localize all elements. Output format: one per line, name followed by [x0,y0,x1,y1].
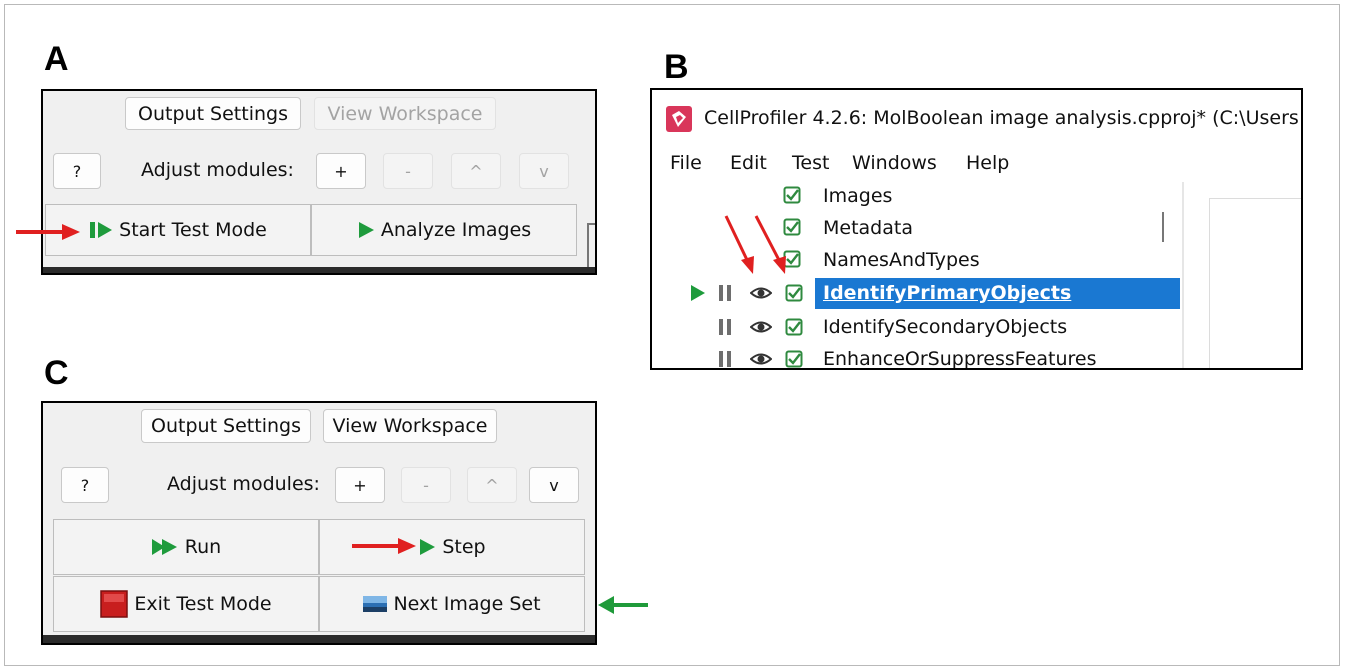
analyze-images-label: Analyze Images [380,219,532,241]
pause-icon [727,285,731,301]
panel-b: CellProfiler 4.2.6: MolBoolean image ana… [650,88,1303,370]
module-name: Images [823,185,893,207]
cellprofiler-app-icon [666,106,692,132]
list-item[interactable]: Images [652,182,1182,212]
run-play-icon [151,537,179,557]
check-icon[interactable] [785,318,803,336]
panel-a: Output Settings View Workspace ? Adjust … [41,89,597,275]
menu-help[interactable]: Help [966,152,1009,174]
move-down-button[interactable]: v [519,153,569,189]
window-title: CellProfiler 4.2.6: MolBoolean image ana… [704,107,1299,129]
module-name: EnhanceOrSuppressFeatures [823,348,1097,370]
module-list: Images Metadata NamesAndTypes IdentifyPr… [652,182,1301,368]
red-arrow-icon [724,215,786,274]
panel-a-label: A [44,40,69,78]
check-icon[interactable] [783,186,801,204]
pause-icon [727,319,731,335]
analyze-images-button[interactable]: Analyze Images [311,204,577,256]
run-button[interactable]: Run [53,519,319,575]
eye-icon[interactable] [750,350,772,368]
window-edge [587,223,595,269]
list-item[interactable]: IdentifySecondaryObjects [652,312,1182,342]
pause-icon [727,351,731,367]
output-settings-button[interactable]: Output Settings [141,409,311,443]
move-up-button[interactable]: ^ [451,153,501,189]
panel-a-bottom-strip [43,267,595,273]
panel-c: Output Settings View Workspace ? Adjust … [41,401,597,645]
next-image-set-button[interactable]: Next Image Set [319,576,585,632]
remove-module-button[interactable]: - [383,153,433,189]
module-name: Metadata [823,217,913,239]
start-test-mode-label: Start Test Mode [119,219,267,241]
exit-test-mode-button[interactable]: Exit Test Mode [53,576,319,632]
figure-pane [1209,198,1301,368]
module-name: IdentifyPrimaryObjects [823,282,1072,304]
help-button[interactable]: ? [53,153,101,189]
pause-icon[interactable] [719,351,723,367]
view-workspace-button[interactable]: View Workspace [314,97,496,130]
add-module-button[interactable]: + [316,153,366,189]
red-arrow-icon [16,224,80,240]
run-label: Run [184,536,222,558]
menu-file[interactable]: File [670,152,702,174]
output-settings-button[interactable]: Output Settings [125,97,301,130]
current-module-play-icon [691,285,705,301]
move-down-button[interactable]: v [529,467,579,503]
adjust-modules-label: Adjust modules: [167,473,320,495]
title-bar: CellProfiler 4.2.6: MolBoolean image ana… [652,90,1301,146]
green-arrow-icon [598,596,648,614]
eye-icon[interactable] [750,318,772,336]
stop-icon [100,590,129,618]
module-name: IdentifySecondaryObjects [823,316,1068,338]
list-item-selected[interactable]: IdentifyPrimaryObjects [652,278,1182,309]
add-module-button[interactable]: + [335,467,385,503]
module-name: NamesAndTypes [823,249,980,271]
help-button[interactable]: ? [61,467,109,503]
step-label: Step [442,536,486,558]
menu-bar: File Edit Test Windows Help [652,146,1301,182]
check-icon[interactable] [785,350,803,368]
remove-module-button[interactable]: - [401,467,451,503]
red-arrow-icon [352,538,416,554]
panel-c-label: C [44,354,69,392]
pause-icon[interactable] [719,319,723,335]
panel-c-toolbar: Output Settings View Workspace ? Adjust … [43,403,595,635]
menu-edit[interactable]: Edit [730,152,767,174]
list-item[interactable]: EnhanceOrSuppressFeatures [652,344,1182,370]
exit-test-mode-label: Exit Test Mode [134,593,272,615]
adjust-modules-label: Adjust modules: [141,159,294,181]
pane-divider [1182,182,1184,368]
menu-test[interactable]: Test [792,152,829,174]
play-icon [418,537,436,557]
check-icon[interactable] [785,284,803,302]
step-play-icon [89,220,113,240]
move-up-button[interactable]: ^ [467,467,517,503]
play-icon [357,220,375,240]
pause-icon[interactable] [719,285,723,301]
view-workspace-button[interactable]: View Workspace [323,409,497,443]
menu-windows[interactable]: Windows [852,152,937,174]
eye-icon[interactable] [750,284,772,302]
panel-a-toolbar: Output Settings View Workspace ? Adjust … [43,91,595,269]
start-test-mode-button[interactable]: Start Test Mode [45,204,311,256]
image-icon [363,596,388,612]
next-image-set-label: Next Image Set [393,593,541,615]
panel-b-label: B [664,48,689,86]
panel-c-bottom-strip [43,635,595,643]
